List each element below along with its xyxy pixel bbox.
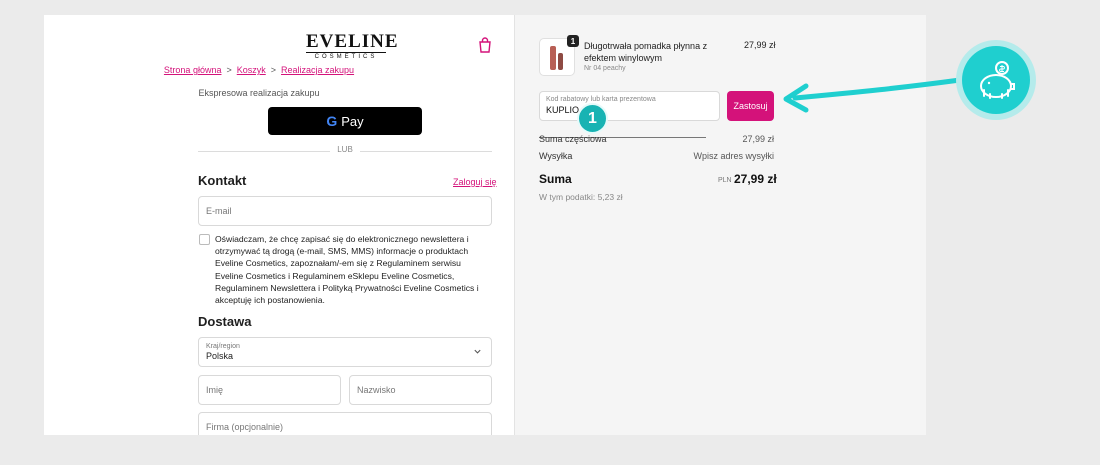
google-pay-button[interactable]: G Pay xyxy=(268,107,422,135)
express-checkout-label: Ekspresowa realizacja zakupu xyxy=(198,88,320,98)
chevron-down-icon xyxy=(474,349,481,354)
breadcrumb-cart[interactable]: Koszyk xyxy=(237,65,266,75)
delivery-heading: Dostawa xyxy=(198,314,252,329)
email-field[interactable]: E-mail xyxy=(198,196,492,226)
breadcrumb: Strona główna > Koszyk > Realizacja zakupu xyxy=(44,65,474,75)
discount-code-label: Kod rabatowy lub karta prezentowa xyxy=(546,96,656,103)
breadcrumb-separator: > xyxy=(270,65,277,75)
product-variant: Nr 04 peachy xyxy=(584,65,626,72)
total-value: 27,99 zł xyxy=(734,172,777,186)
company-placeholder: Firma (opcjonalnie) xyxy=(206,422,284,432)
quantity-badge: 1 xyxy=(567,35,579,47)
checkout-frame: EVELINE COSMETICS Strona główna > Koszyk > R… xyxy=(44,15,926,435)
product-image-part xyxy=(558,53,563,70)
checkout-form-column: EVELINE COSMETICS Strona główna > Koszyk > R… xyxy=(44,15,514,435)
first-name-placeholder: Imię xyxy=(206,385,224,395)
step-number-badge: 1 xyxy=(577,103,608,134)
contact-heading: Kontakt xyxy=(198,173,247,188)
login-link[interactable]: Zaloguj się xyxy=(453,177,497,187)
last-name-placeholder: Nazwisko xyxy=(357,385,396,395)
piggy-bank-icon xyxy=(962,46,1030,114)
product-image-part xyxy=(550,46,556,70)
google-pay-label: Pay xyxy=(341,113,364,129)
product-price: 27,99 zł xyxy=(744,40,776,50)
breadcrumb-checkout[interactable]: Realizacja zakupu xyxy=(281,65,354,75)
logo-sub-text: COSMETICS xyxy=(306,52,386,60)
product-name: Długotrwała pomadka płynna z efektem win… xyxy=(584,41,708,63)
shopping-bag-icon[interactable] xyxy=(478,37,492,53)
total-currency: PLN xyxy=(718,177,732,184)
logo-main-text: EVELINE xyxy=(306,31,399,52)
company-field[interactable]: Firma (opcjonalnie) xyxy=(198,412,492,435)
discount-code-input[interactable]: Kod rabatowy lub karta prezentowa KUPLIO xyxy=(539,91,720,121)
shipping-value: Wpisz adres wysyłki xyxy=(693,151,774,161)
last-name-field[interactable]: Nazwisko xyxy=(349,375,492,405)
discount-code-value: KUPLIO xyxy=(546,105,580,115)
eveline-logo[interactable]: EVELINE COSMETICS xyxy=(306,31,399,60)
country-label: Kraj/region xyxy=(206,343,240,350)
tax-info: W tym podatki: 5,23 zł xyxy=(539,192,623,202)
shipping-label: Wysyłka xyxy=(539,151,573,161)
breadcrumb-separator: > xyxy=(226,65,232,75)
total-label: Suma xyxy=(539,172,572,186)
first-name-field[interactable]: Imię xyxy=(198,375,341,405)
google-g-icon: G xyxy=(326,113,338,129)
email-placeholder: E-mail xyxy=(206,206,232,216)
order-summary-column: 1 Długotrwała pomadka płynna z efektem w… xyxy=(514,15,926,435)
apply-discount-button[interactable]: Zastosuj xyxy=(727,91,774,121)
newsletter-consent-text: Oświadczam, że chcę zapisać się do elekt… xyxy=(215,234,479,306)
subtotal-label: Suma częściowa xyxy=(539,134,607,144)
country-select[interactable]: Kraj/region Polska xyxy=(198,337,492,367)
or-divider-text: LUB xyxy=(330,145,360,154)
country-value: Polska xyxy=(206,351,234,361)
breadcrumb-home[interactable]: Strona główna xyxy=(164,65,222,75)
newsletter-checkbox[interactable] xyxy=(199,234,210,245)
subtotal-value: 27,99 zł xyxy=(742,134,774,144)
